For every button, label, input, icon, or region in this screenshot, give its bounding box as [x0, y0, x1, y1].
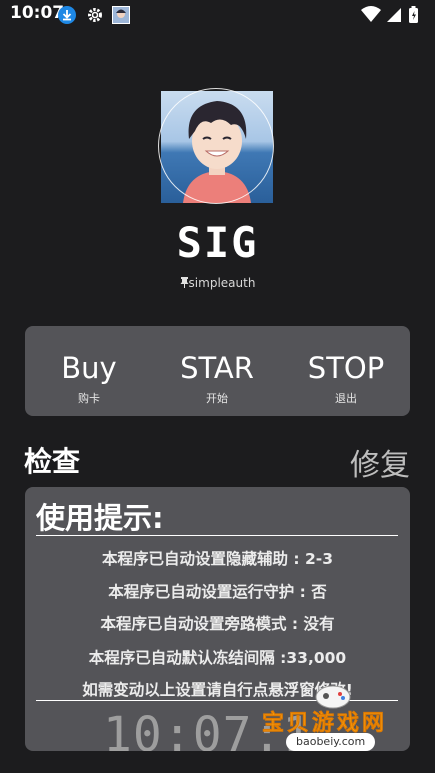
app-subtitle: simpleauth: [0, 276, 435, 290]
watermark-logo: 宝贝游戏网 baobeiy.com: [262, 681, 402, 757]
avatar-ring: [158, 88, 274, 204]
buy-button-caption: 购卡: [78, 392, 100, 405]
signal-icon: [387, 8, 401, 22]
status-bar: 10:07: [0, 0, 435, 30]
status-time: 10:07: [10, 3, 65, 23]
buy-button-label: Buy: [61, 351, 117, 385]
gear-icon: [88, 8, 102, 22]
start-button-label: STAR: [180, 351, 254, 385]
tip-line: 本程序已自动默认冻结间隔 :33,000: [88, 649, 347, 667]
avatar[interactable]: [158, 88, 274, 204]
stop-button-label: STOP: [307, 351, 385, 385]
start-button[interactable]: STAR 开始: [153, 326, 281, 416]
tips-heading: 使用提示:: [36, 501, 164, 535]
pin-icon: [180, 277, 189, 288]
buy-button[interactable]: Buy 购卡: [25, 326, 153, 416]
tip-line: 本程序已自动设置旁路模式 : 没有: [100, 615, 335, 633]
download-icon: [58, 6, 76, 24]
divider: [36, 535, 398, 536]
check-button[interactable]: 检查: [24, 440, 80, 480]
stop-button[interactable]: STOP 退出: [282, 326, 410, 416]
wifi-icon: [361, 6, 381, 22]
tip-line: 本程序已自动设置隐藏辅助 : 2-3: [102, 550, 333, 568]
start-button-caption: 开始: [206, 392, 228, 405]
stop-button-caption: 退出: [335, 392, 357, 405]
app-title: SIG: [176, 218, 259, 267]
watermark-url: baobeiy.com: [286, 733, 376, 751]
tip-line: 本程序已自动设置运行守护 : 否: [108, 583, 327, 601]
action-button-panel: Buy 购卡 STAR 开始 STOP 退出: [25, 326, 410, 416]
app-thumbnail-icon: [112, 6, 130, 24]
system-status-icons: [361, 6, 418, 23]
battery-icon: [409, 6, 418, 23]
repair-button[interactable]: 修复: [350, 440, 410, 484]
subtitle-text: simpleauth: [188, 276, 256, 290]
